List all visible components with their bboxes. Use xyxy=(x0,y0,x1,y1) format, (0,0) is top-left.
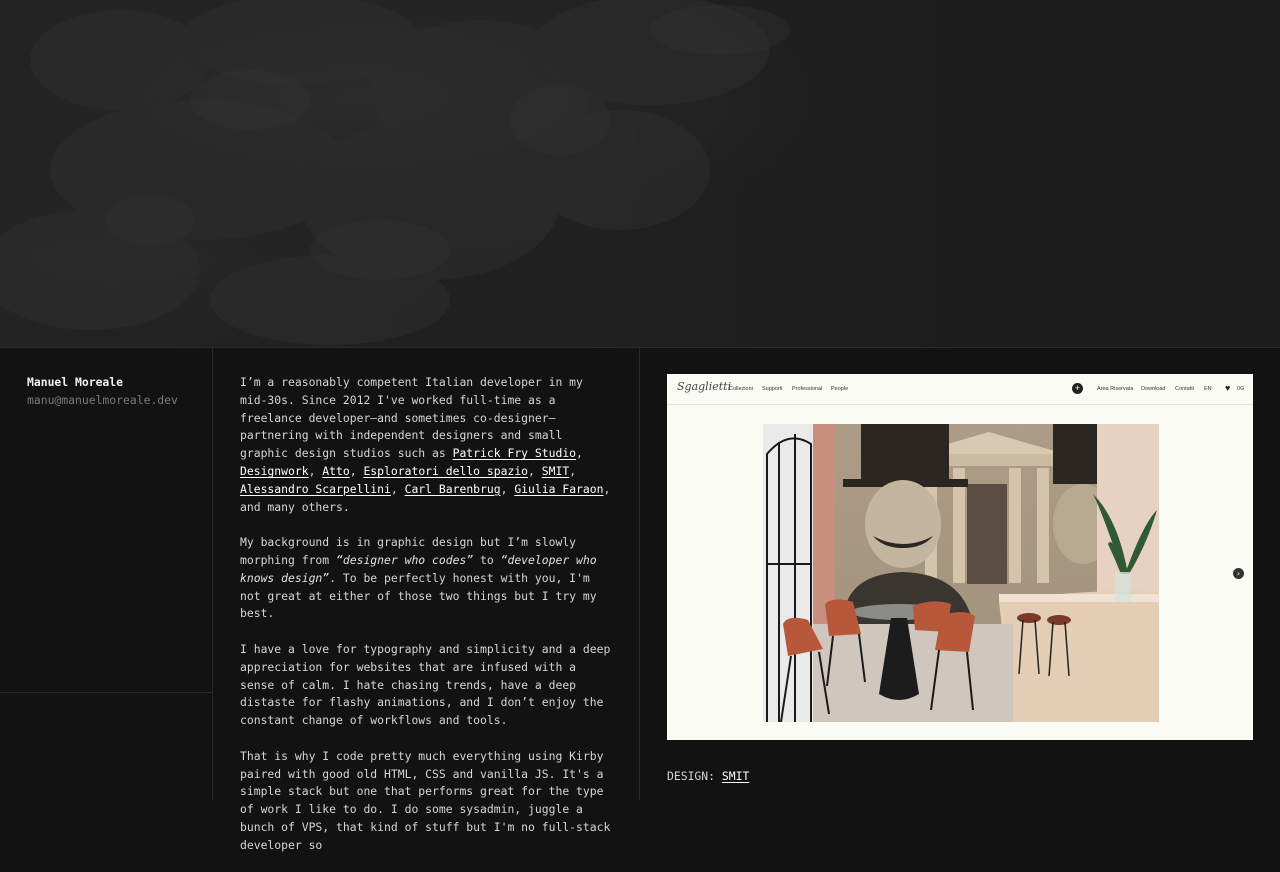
caption-link[interactable]: SMIT xyxy=(722,769,749,783)
hero-foliage-texture xyxy=(0,0,790,345)
screenshot-fav-count: 0G xyxy=(1237,386,1245,392)
screenshot-navbar: Sgaglietti Collezioni Supporti Professio… xyxy=(667,374,1253,405)
screenshot-nav-item: Collezioni xyxy=(729,386,753,392)
horizontal-divider xyxy=(0,347,1280,348)
partner-link[interactable]: Esploratori dello spazio xyxy=(363,464,528,478)
caption-label: DESIGN: xyxy=(667,769,716,783)
partner-link[interactable]: Carl Barenbrug xyxy=(405,482,501,496)
separator: , xyxy=(576,446,583,461)
partner-link[interactable]: Patrick Fry Studio xyxy=(453,446,576,460)
separator: , xyxy=(569,463,577,478)
author-name: Manuel Moreale xyxy=(27,375,124,389)
screenshot-nav-item: Download xyxy=(1141,386,1166,392)
bio-text-span: to xyxy=(473,552,501,567)
hero-image xyxy=(0,0,1280,347)
sidebar-divider xyxy=(0,692,212,693)
screenshot-nav-item: People xyxy=(831,386,849,392)
partner-link[interactable]: Atto xyxy=(322,464,349,478)
separator: , xyxy=(500,481,515,496)
arrow-right-icon[interactable]: › xyxy=(1233,568,1244,579)
screenshot-logo: Sgaglietti xyxy=(677,380,732,393)
separator: , xyxy=(349,463,364,478)
separator: , xyxy=(308,463,323,478)
partner-link[interactable]: Alessandro Scarpellini xyxy=(240,482,391,496)
email-link[interactable]: manu@manuelmoreale.dev xyxy=(27,393,178,407)
separator: , xyxy=(390,481,405,496)
partner-link[interactable]: Giulia Faraon xyxy=(514,482,603,496)
interior-image xyxy=(763,424,1159,722)
column-divider-right xyxy=(639,348,640,800)
separator: , xyxy=(528,463,542,478)
bio-paragraph-4: That is why I code pretty much everythin… xyxy=(240,748,611,852)
screenshot-nav-item: Supporti xyxy=(762,386,783,392)
bio-paragraph-2: My background is in graphic design but I… xyxy=(240,534,615,623)
bio-emphasis: “designer who codes” xyxy=(336,552,474,567)
screenshot-nav-item: Area Riservata xyxy=(1097,386,1134,392)
screenshot-plus-icon: + xyxy=(1072,383,1083,394)
column-divider-left xyxy=(212,348,213,800)
bio-paragraph-3: I have a love for typography and simplic… xyxy=(240,641,611,728)
screenshot-nav-item: EN xyxy=(1204,386,1212,392)
project-screenshot[interactable]: Sgaglietti Collezioni Supporti Professio… xyxy=(667,374,1253,740)
bio-paragraph-1: I’m a reasonably competent Italian devel… xyxy=(240,374,615,516)
screenshot-nav-item: Professional xyxy=(792,386,823,392)
project-caption: DESIGN: SMIT xyxy=(667,769,749,783)
screenshot-nav-item: Contatti xyxy=(1175,386,1194,392)
partner-link[interactable]: SMIT xyxy=(542,464,569,478)
heart-icon: ♥ xyxy=(1225,383,1231,393)
partner-link[interactable]: Designwork xyxy=(240,464,309,478)
bio-text: I’m a reasonably competent Italian devel… xyxy=(240,374,615,872)
